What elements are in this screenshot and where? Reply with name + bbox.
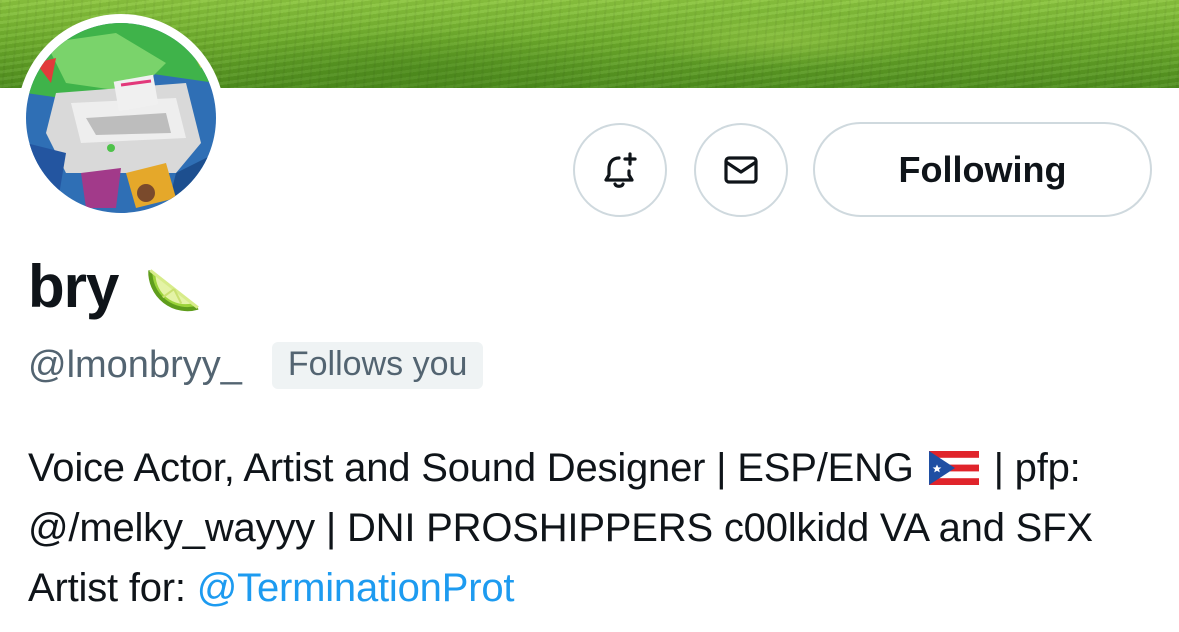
handle-row: @lmonbryy_ Follows you [28,338,484,392]
display-name: bry [28,253,119,320]
message-button[interactable] [694,123,788,217]
lime-emoji-icon [140,256,202,318]
following-button[interactable]: Following [813,122,1152,217]
avatar-image [26,23,216,213]
bio-text-part1: Voice Actor, Artist and Sound Designer |… [28,446,914,490]
display-name-row: bry [28,250,202,324]
user-handle: @lmonbryy_ [28,343,242,386]
bell-plus-icon [600,150,640,190]
notifications-button[interactable] [573,123,667,217]
follows-you-badge: Follows you [271,341,484,389]
envelope-icon [721,150,761,190]
puerto-rico-flag-icon [928,451,979,485]
bio-mention-link[interactable]: @TerminationProt [197,566,515,610]
profile-bio: Voice Actor, Artist and Sound Designer |… [28,438,1158,618]
avatar[interactable] [17,14,225,222]
